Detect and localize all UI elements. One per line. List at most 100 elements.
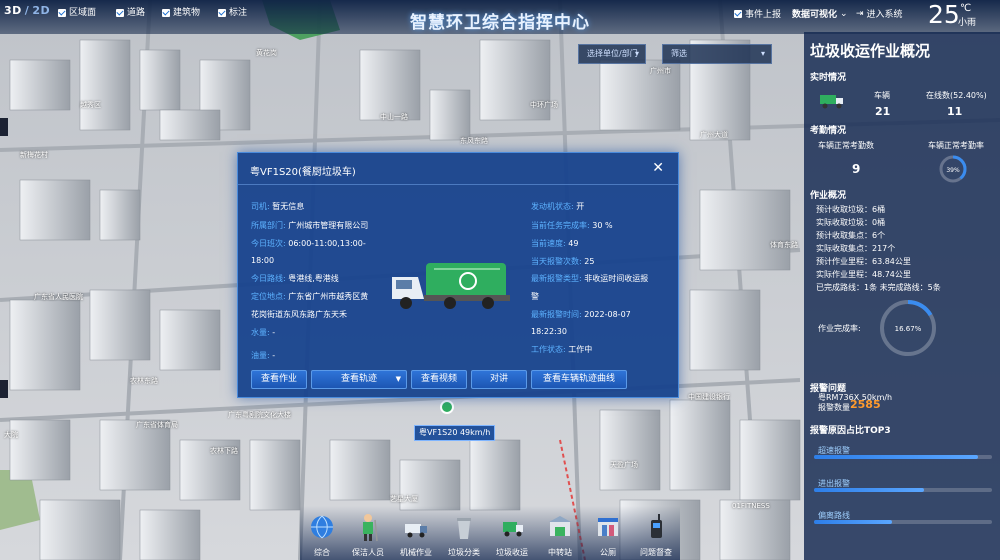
transfer-station-icon xyxy=(549,516,571,536)
dock-item-transfer-station[interactable]: 中转站 xyxy=(538,506,582,560)
field-engine: 发动机状态: 开 xyxy=(531,201,584,212)
close-icon[interactable]: ✕ xyxy=(652,160,664,176)
map-label: 广东省人民医院 xyxy=(34,293,83,301)
side-collapse-handle[interactable] xyxy=(0,118,8,136)
chevron-down-icon: ▼ xyxy=(395,375,401,383)
field-oil: 油量: - xyxy=(251,350,275,361)
view-track-label: 查看轨迹 xyxy=(340,374,377,384)
layer-toggle-building[interactable]: 建筑物 xyxy=(162,6,200,20)
field-key: 当前任务完成率: xyxy=(531,221,590,230)
field-key: 水量: xyxy=(251,328,270,337)
unit-select[interactable]: 选择单位/部门 ▾ xyxy=(578,44,646,64)
field-value: 粤港线,粤港线 xyxy=(288,274,339,283)
field-key: 今日路线: xyxy=(251,274,286,283)
section-attendance: 考勤情况 xyxy=(810,126,847,136)
field-value: 25 xyxy=(584,257,595,266)
field-key: 最新报警时间: xyxy=(531,310,582,319)
view-3d-option[interactable]: 3D xyxy=(4,4,22,18)
work-row: 实际作业里程：48.74公里 xyxy=(816,270,911,279)
checkbox-icon[interactable] xyxy=(734,9,742,18)
bottom-dock: 综合 保洁人员 机械作业 垃圾分类 垃圾收运 中转站 公厕 问题督查 xyxy=(300,506,680,560)
map-label: 农林东路 xyxy=(130,377,158,385)
attend-rate-value: 39% xyxy=(946,167,960,174)
field-value: 06:00-11:00,13:00- xyxy=(288,239,366,248)
vehicle-marker-icon[interactable] xyxy=(440,400,454,414)
online-value: 11 xyxy=(947,105,963,118)
field-value: 30 % xyxy=(592,221,613,230)
view-toggle[interactable]: 3D/2D xyxy=(4,4,50,18)
garbage-truck-icon xyxy=(392,263,510,309)
checkbox-icon[interactable] xyxy=(116,9,124,17)
chevron-down-icon: ▾ xyxy=(760,49,765,58)
attend-rate-gauge: 39% xyxy=(939,155,967,183)
walkie-talkie-icon xyxy=(651,514,662,538)
view-2d-option[interactable]: 2D xyxy=(32,4,50,18)
view-track-button[interactable]: 查看轨迹 ▼ xyxy=(311,370,407,389)
field-value: 18:00 xyxy=(251,256,275,265)
normal-attend-label: 车辆正常考勤数 xyxy=(818,141,874,150)
data-visual-dropdown[interactable]: 数据可视化 ⌄ xyxy=(792,7,848,21)
weather-description: 小雨 xyxy=(958,18,977,28)
enter-system-icon: ⇥ xyxy=(856,8,864,19)
layer-toggle-road[interactable]: 道路 xyxy=(116,6,145,20)
alarm-count-value: 2585 xyxy=(850,398,881,411)
layer-toggle-label[interactable]: 标注 xyxy=(218,6,247,20)
map-stage[interactable]: { "header": { "title": "智慧环卫综合指挥中心", "vi… xyxy=(0,0,1000,560)
checkbox-icon[interactable] xyxy=(58,9,66,17)
dock-item-inspection[interactable]: 问题督查 xyxy=(634,506,678,560)
field-shift: 今日班次: 06:00-11:00,13:00- xyxy=(251,238,366,249)
filter-select-placeholder: 筛选 xyxy=(671,49,687,58)
dock-item-machinery[interactable]: 机械作业 xyxy=(394,506,438,560)
map-label: 中国建设银行 xyxy=(688,393,730,401)
map-label: 越秀区 xyxy=(80,101,101,109)
weather-temperature: 25 xyxy=(928,0,960,29)
filter-select[interactable]: 筛选 ▾ xyxy=(662,44,772,64)
trash-bin-icon xyxy=(457,518,471,539)
field-alarm-type-cont: 警 xyxy=(531,291,539,302)
garbage-truck-icon xyxy=(820,95,843,109)
right-panel: 垃圾收运作业概况 实时情况 车辆 21 在线数(52.40%) 11 考勤情况 … xyxy=(804,32,1000,560)
dock-label: 问题督查 xyxy=(640,548,672,557)
work-row: 预计收取垃圾：6桶 xyxy=(816,205,886,214)
map-label: 广东省体育局 xyxy=(136,421,178,429)
field-value: 2022-08-07 xyxy=(584,310,631,319)
view-work-button[interactable]: 查看作业 xyxy=(251,370,307,389)
dock-item-cleaners[interactable]: 保洁人员 xyxy=(346,506,390,560)
field-key: 定位地点: xyxy=(251,292,286,301)
field-value: - xyxy=(272,351,276,360)
field-key: 当天报警次数: xyxy=(531,257,582,266)
field-value: 警 xyxy=(531,292,539,301)
checkbox-icon[interactable] xyxy=(162,9,170,17)
view-track-curve-button[interactable]: 查看车辆轨迹曲线 xyxy=(531,370,627,389)
field-value: 工作中 xyxy=(568,345,593,354)
dock-item-overview[interactable]: 综合 xyxy=(300,506,344,560)
layer-toggle-area[interactable]: 区域面 xyxy=(58,6,96,20)
map-label: 广州市 xyxy=(650,67,671,75)
vehicle-location-label[interactable]: 粤VF1S20 49km/h xyxy=(414,425,496,441)
dock-item-collection[interactable]: 垃圾收运 xyxy=(490,506,534,560)
field-key: 今日班次: xyxy=(251,239,286,248)
section-realtime: 实时情况 xyxy=(810,73,847,83)
dock-item-toilet[interactable]: 公厕 xyxy=(586,506,630,560)
intercom-button[interactable]: 对讲 xyxy=(471,370,527,389)
online-label: 在线数(52.40%) xyxy=(926,91,987,100)
vehicles-label: 车辆 xyxy=(874,91,890,100)
layer-label: 区域面 xyxy=(69,8,97,18)
map-label: 新梅花村 xyxy=(20,151,48,159)
chevron-down-icon: ⌄ xyxy=(840,8,848,19)
map-label: 大院 xyxy=(4,431,18,439)
view-video-button[interactable]: 查看视频 xyxy=(411,370,467,389)
side-collapse-handle[interactable] xyxy=(0,380,8,398)
enter-system-label: 进入系统 xyxy=(866,10,903,20)
field-department: 所属部门: 广州城市管理有限公司 xyxy=(251,220,368,231)
sweeper-truck-icon xyxy=(405,524,427,538)
event-report-label: 事件上报 xyxy=(745,10,782,20)
field-key: 工作状态: xyxy=(531,345,566,354)
dock-item-sorting[interactable]: 垃圾分类 xyxy=(442,506,486,560)
event-report-button[interactable]: 事件上报 xyxy=(734,7,781,20)
enter-system-button[interactable]: ⇥ 进入系统 xyxy=(856,7,903,21)
checkbox-icon[interactable] xyxy=(218,9,226,17)
top3-bar xyxy=(814,520,992,524)
field-alarm-time-cont: 18:22:30 xyxy=(531,327,567,336)
layer-label: 标注 xyxy=(229,8,248,18)
